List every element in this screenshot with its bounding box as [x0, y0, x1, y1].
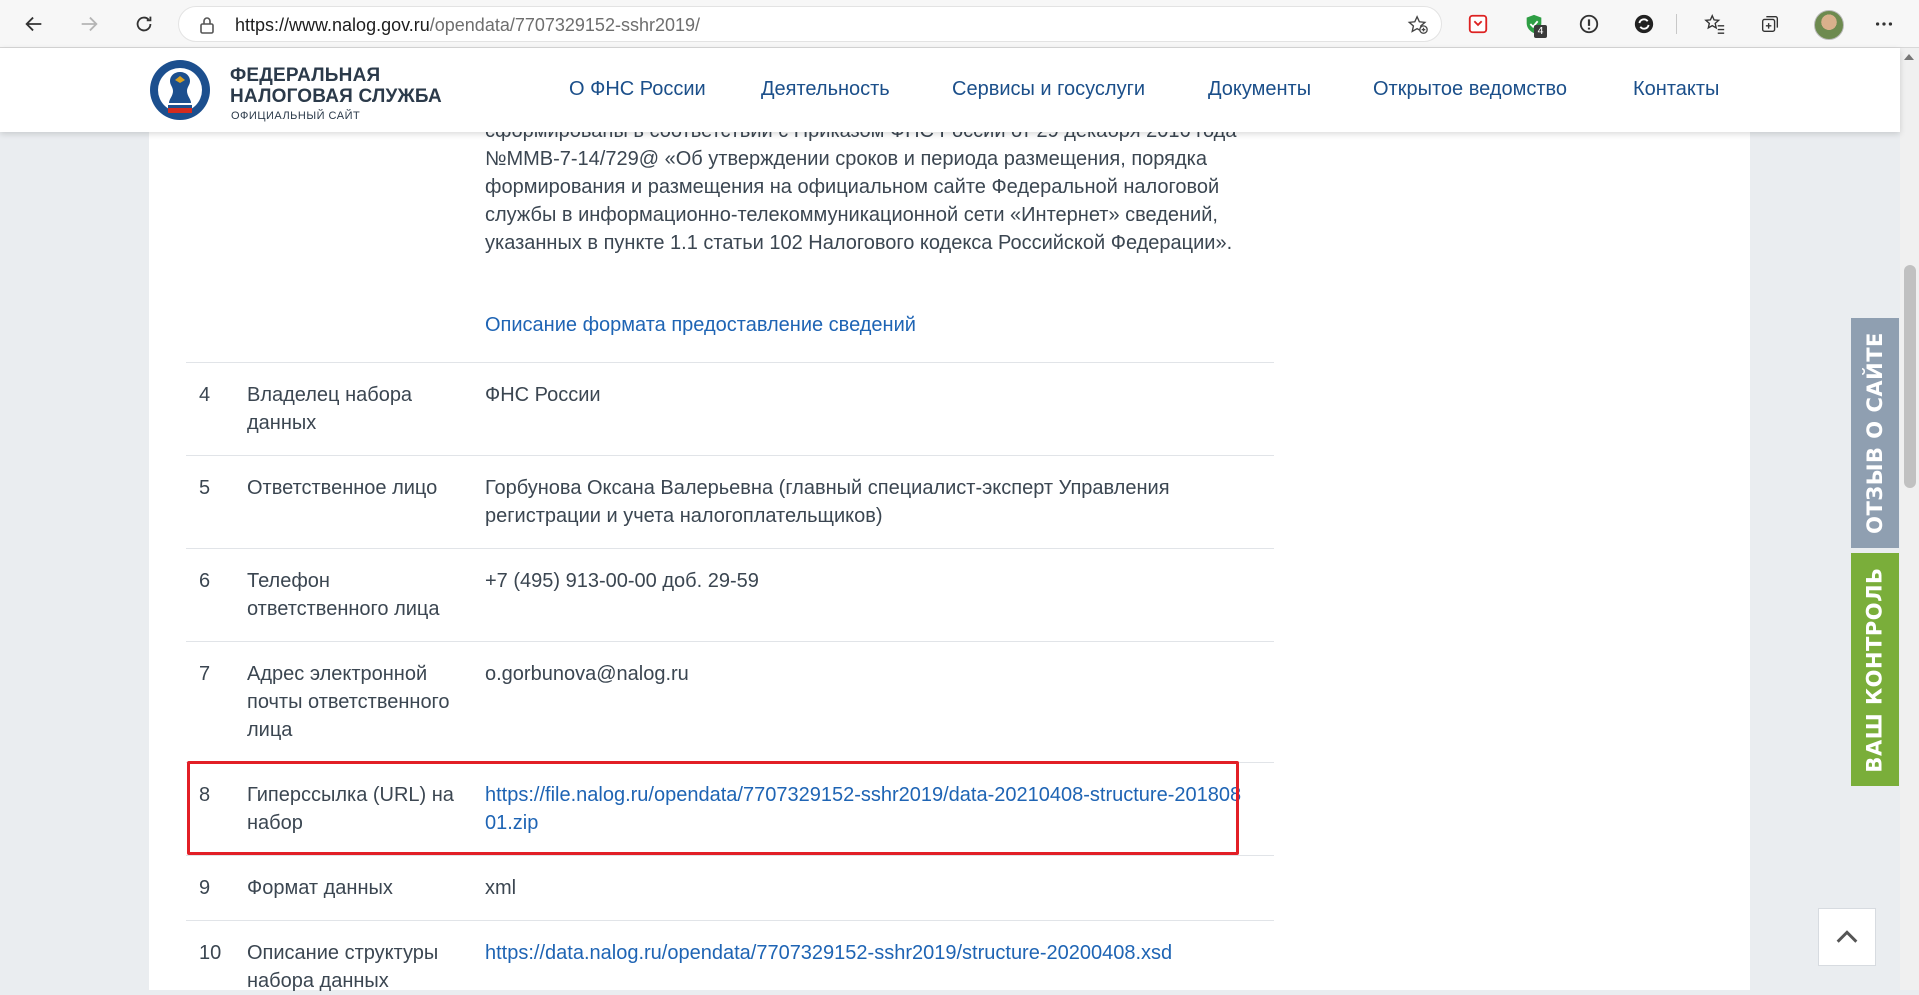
row-7-number: 7 — [199, 663, 211, 685]
forward-button[interactable] — [73, 8, 105, 40]
nav-activity[interactable]: Деятельность — [761, 78, 890, 101]
extension-badge: 4 — [1534, 25, 1547, 38]
row-7-value: o.gorbunova@nalog.ru — [485, 663, 689, 685]
feedback-tab[interactable]: ОТЗЫВ О САЙТЕ — [1851, 318, 1899, 548]
row-divider — [186, 920, 1274, 921]
pocket-extension-icon[interactable] — [1466, 12, 1490, 36]
fns-emblem-icon[interactable] — [148, 58, 212, 124]
row-5-value: Горбунова Оксана Валерьевна (главный спе… — [485, 477, 1170, 527]
logo-title-line2[interactable]: НАЛОГОВАЯ СЛУЖБА — [230, 86, 442, 108]
site-header: ФЕДЕРАЛЬНАЯ НАЛОГОВАЯ СЛУЖБА ОФИЦИАЛЬНЫЙ… — [0, 48, 1900, 132]
address-bar[interactable]: https://www.nalog.gov.ru/opendata/770732… — [178, 6, 1442, 42]
row-divider — [186, 455, 1274, 456]
favorites-icon[interactable] — [1703, 12, 1727, 36]
row-7-label: Адрес электронной почты ответственного л… — [247, 663, 450, 741]
sync-extension-icon[interactable] — [1632, 12, 1656, 36]
row-10-label: Описание структуры набора данных — [247, 942, 439, 992]
back-arrow-icon — [25, 16, 42, 32]
chevron-up-icon — [1836, 930, 1858, 943]
row-4-number: 4 — [199, 384, 211, 406]
row-4-value: ФНС России — [485, 384, 601, 406]
browser-toolbar: https://www.nalog.gov.ru/opendata/770732… — [0, 0, 1919, 48]
row-6-label: Телефон ответственного лица — [247, 570, 440, 620]
collections-icon[interactable] — [1758, 12, 1782, 36]
row-divider — [186, 548, 1274, 549]
row-divider — [186, 641, 1274, 642]
row-4-label: Владелец набора данных — [247, 384, 413, 434]
highlight-annotation — [187, 761, 1239, 855]
scroll-up-arrow-icon[interactable] — [1903, 52, 1915, 62]
scroll-to-top-button[interactable] — [1818, 908, 1876, 966]
nav-about[interactable]: О ФНС России — [569, 78, 706, 101]
scrollbar-thumb[interactable] — [1904, 265, 1916, 488]
nav-documents[interactable]: Документы — [1208, 78, 1311, 101]
scrollbar-track[interactable] — [1900, 48, 1919, 990]
more-menu-icon[interactable] — [1872, 12, 1896, 36]
logo-subtitle: ОФИЦИАЛЬНЫЙ САЙТ — [231, 110, 361, 122]
nav-services[interactable]: Сервисы и госуслуги — [952, 78, 1145, 101]
url-path: /opendata/7707329152-sshr2019/ — [429, 15, 700, 35]
logo-title-line1[interactable]: ФЕДЕРАЛЬНАЯ — [230, 65, 380, 87]
row-5-number: 5 — [199, 477, 211, 499]
structure-url-link[interactable]: https://data.nalog.ru/opendata/770732915… — [485, 939, 1245, 967]
row-5-label: Ответственное лицо — [247, 477, 438, 499]
lock-icon — [200, 17, 214, 34]
row-9-number: 9 — [199, 877, 211, 899]
format-description-link[interactable]: Описание формата предоставление сведений — [485, 314, 916, 337]
dataset-description: сформированы в соответствии с Приказом Ф… — [485, 120, 1236, 254]
your-control-tab[interactable]: ВАШ КОНТРОЛЬ — [1851, 553, 1899, 786]
row-divider — [186, 855, 1274, 856]
row-10-number: 10 — [199, 942, 222, 964]
url-text[interactable]: https://www.nalog.gov.ru/opendata/770732… — [235, 15, 700, 36]
row-9-value: xml — [485, 877, 517, 899]
row-6-number: 6 — [199, 570, 211, 592]
feedback-tab-label: ОТЗЫВ О САЙТЕ — [1863, 332, 1887, 534]
refresh-button[interactable] — [128, 8, 160, 40]
url-host: https://www.nalog.gov.ru — [235, 15, 430, 35]
refresh-icon — [136, 16, 152, 32]
row-9-label: Формат данных — [247, 877, 393, 899]
row-6-value: +7 (495) 913-00-00 доб. 29-59 — [485, 570, 759, 592]
nav-open-agency[interactable]: Открытое ведомство — [1373, 78, 1567, 101]
shield-extension-icon[interactable]: 4 — [1522, 12, 1547, 38]
profile-avatar[interactable] — [1814, 10, 1844, 40]
add-favorite-icon[interactable] — [1407, 14, 1429, 36]
forward-arrow-icon — [81, 16, 98, 32]
nav-contacts[interactable]: Контакты — [1633, 78, 1719, 101]
control-tab-label: ВАШ КОНТРОЛЬ — [1863, 566, 1887, 773]
row-divider — [186, 362, 1274, 363]
back-button[interactable] — [18, 8, 50, 40]
toolbar-separator — [1676, 14, 1677, 34]
info-extension-icon[interactable] — [1577, 12, 1601, 36]
